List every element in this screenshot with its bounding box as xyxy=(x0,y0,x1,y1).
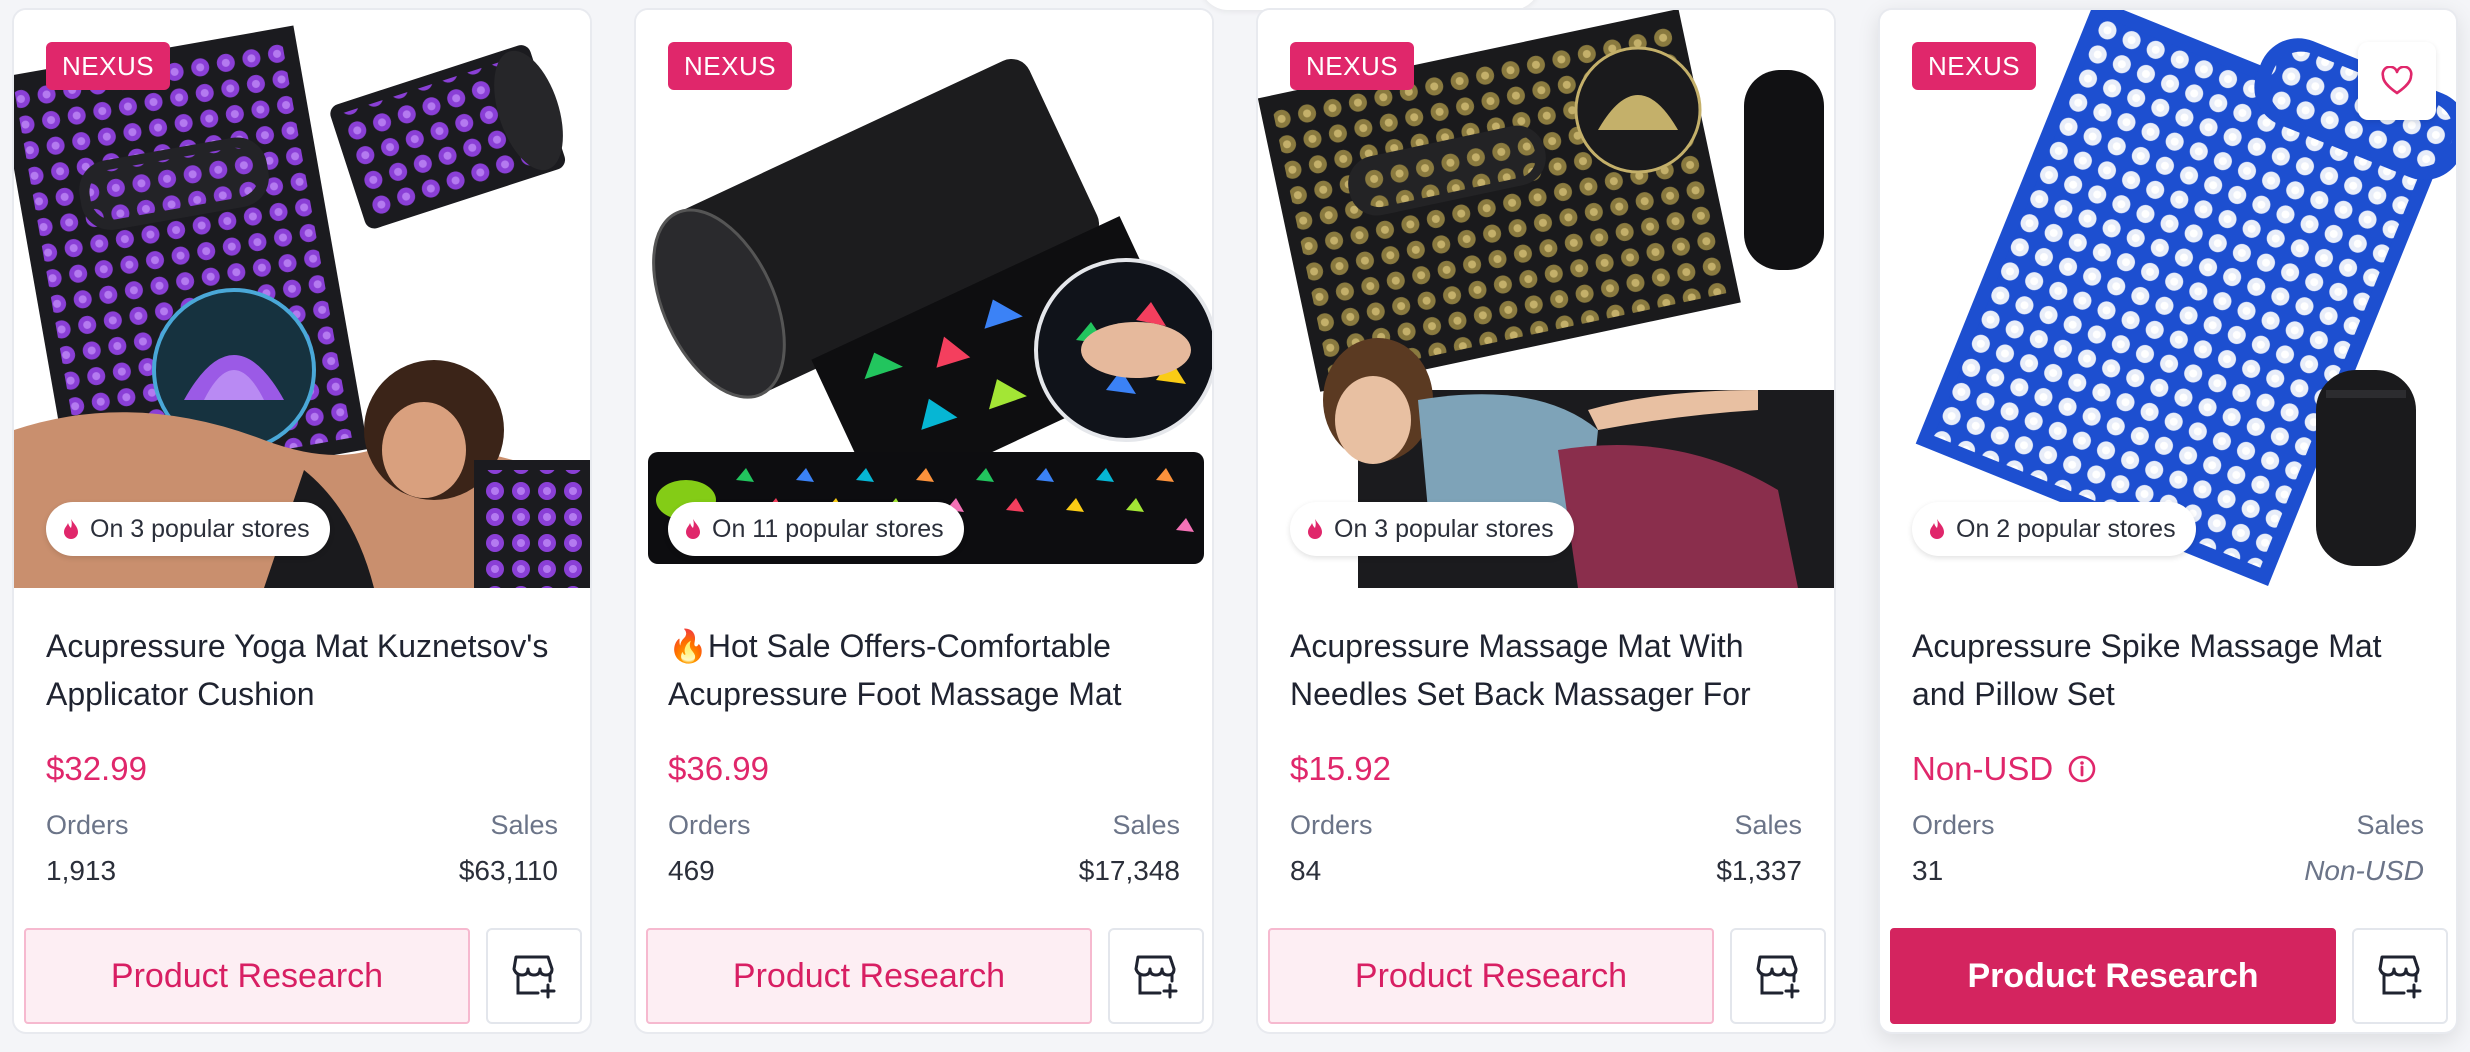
product-card[interactable]: NEXUS On 11 popular stores 🔥Hot Sale Off… xyxy=(634,8,1214,1034)
product-image[interactable]: NEXUS On 3 popular stores xyxy=(1258,10,1834,588)
popularity-text: On 3 popular stores xyxy=(90,514,310,543)
product-title[interactable]: Acupressure Yoga Mat Kuznetsov's Applica… xyxy=(46,622,566,718)
product-title[interactable]: Acupressure Massage Mat With Needles Set… xyxy=(1290,622,1810,718)
brand-badge: NEXUS xyxy=(1290,42,1415,90)
product-image[interactable]: NEXUS On 3 popular stores xyxy=(14,10,590,588)
flame-icon xyxy=(1930,519,1944,539)
product-title[interactable]: Acupressure Spike Massage Mat and Pillow… xyxy=(1912,622,2432,718)
orders-value: 469 xyxy=(668,855,715,886)
product-price: $15.92 xyxy=(1290,750,1391,788)
price-value: Non-USD xyxy=(1912,750,2054,787)
orders-value: 31 xyxy=(1912,855,1944,886)
favorite-button[interactable] xyxy=(2358,42,2436,120)
add-to-store-button[interactable] xyxy=(1108,928,1204,1024)
store-add-icon xyxy=(1756,955,1800,999)
popularity-pill: On 3 popular stores xyxy=(1290,502,1574,556)
popularity-text: On 3 popular stores xyxy=(1334,514,1554,543)
popularity-pill: On 3 popular stores xyxy=(46,502,330,556)
product-price: $36.99 xyxy=(668,750,769,788)
flame-icon xyxy=(1308,519,1322,539)
brand-badge: NEXUS xyxy=(668,42,793,90)
flame-icon xyxy=(686,519,700,539)
product-research-button[interactable]: Product Research xyxy=(1890,928,2336,1024)
add-to-store-button[interactable] xyxy=(2352,928,2448,1024)
orders-value: 84 xyxy=(1290,855,1322,886)
sales-label: Sales xyxy=(2356,810,2424,840)
brand-badge: NEXUS xyxy=(1912,42,2037,90)
orders-label: Orders xyxy=(1290,810,1373,840)
sales-value: Non-USD xyxy=(2304,855,2424,886)
info-icon[interactable] xyxy=(2067,754,2097,784)
price-value: $36.99 xyxy=(668,750,769,787)
heart-icon xyxy=(2381,66,2413,95)
brand-badge: NEXUS xyxy=(46,42,171,90)
product-research-button[interactable]: Product Research xyxy=(1268,928,1714,1024)
price-value: $15.92 xyxy=(1290,750,1391,787)
popularity-pill: On 11 popular stores xyxy=(668,502,964,556)
store-add-icon xyxy=(512,955,556,999)
sales-label: Sales xyxy=(1734,810,1802,840)
store-add-icon xyxy=(1134,955,1178,999)
popularity-text: On 2 popular stores xyxy=(1956,514,2176,543)
add-to-store-button[interactable] xyxy=(1730,928,1826,1024)
sales-value: $1,337 xyxy=(1716,855,1802,886)
product-research-button[interactable]: Product Research xyxy=(646,928,1092,1024)
product-title[interactable]: 🔥Hot Sale Offers-Comfortable Acupressure… xyxy=(668,622,1188,718)
sales-value: $63,110 xyxy=(458,855,558,886)
product-price: $32.99 xyxy=(46,750,147,788)
orders-label: Orders xyxy=(46,810,129,840)
product-card[interactable]: NEXUS On 2 popular stores Acupressure Sp… xyxy=(1878,8,2458,1034)
add-to-store-button[interactable] xyxy=(486,928,582,1024)
sales-value: $17,348 xyxy=(1078,855,1180,886)
orders-label: Orders xyxy=(1912,810,1995,840)
product-card[interactable]: NEXUS On 3 popular stores Acupressure Ma… xyxy=(1256,8,1836,1034)
product-grid: NEXUS On 3 popular stores Acupressure Yo… xyxy=(0,0,2470,1052)
sales-label: Sales xyxy=(490,810,558,840)
sales-label: Sales xyxy=(1112,810,1180,840)
product-card[interactable]: NEXUS On 3 popular stores Acupressure Yo… xyxy=(12,8,592,1034)
orders-value: 1,913 xyxy=(46,855,117,886)
product-price: Non-USD xyxy=(1912,750,2097,788)
store-add-icon xyxy=(2378,955,2422,999)
orders-label: Orders xyxy=(668,810,751,840)
product-research-button[interactable]: Product Research xyxy=(24,928,470,1024)
flame-icon xyxy=(64,519,78,539)
popularity-pill: On 2 popular stores xyxy=(1912,502,2196,556)
product-image[interactable]: NEXUS On 2 popular stores xyxy=(1880,10,2456,588)
product-image[interactable]: NEXUS On 11 popular stores xyxy=(636,10,1212,588)
price-value: $32.99 xyxy=(46,750,147,787)
popularity-text: On 11 popular stores xyxy=(712,514,944,543)
